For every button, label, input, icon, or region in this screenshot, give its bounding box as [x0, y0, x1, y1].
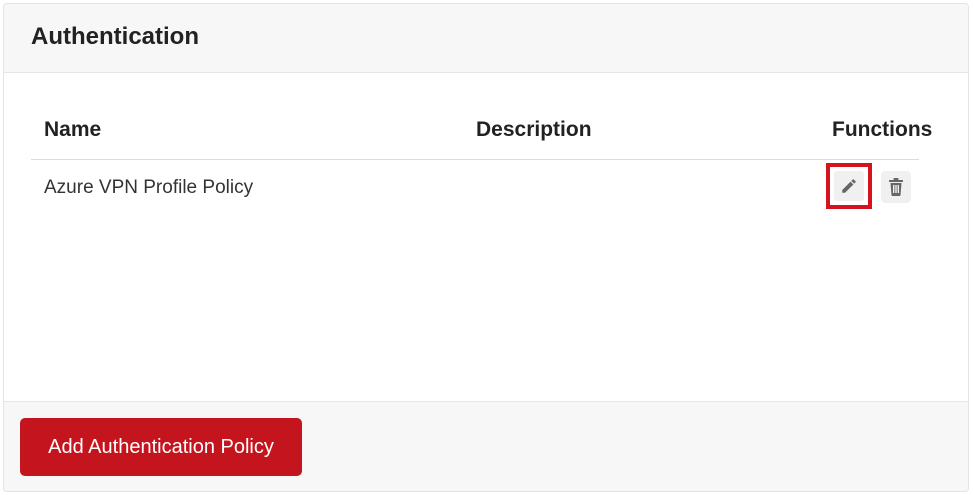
policy-table: Name Description Functions Azure VPN Pro… [31, 104, 932, 218]
column-header-name: Name [44, 118, 102, 141]
table-row: Azure VPN Profile Policy [31, 160, 919, 218]
column-header-functions: Functions [832, 118, 933, 141]
edit-button-inner[interactable] [834, 171, 864, 201]
panel-footer: Add Authentication Policy [4, 401, 968, 491]
panel-title: Authentication [31, 22, 199, 50]
trash-icon [889, 178, 903, 196]
edit-button[interactable] [826, 163, 872, 209]
pencil-icon [842, 179, 856, 193]
add-authentication-policy-button[interactable]: Add Authentication Policy [20, 418, 302, 476]
authentication-panel: Authentication Name Description Function… [3, 3, 969, 492]
delete-button[interactable] [881, 171, 911, 203]
policy-name: Azure VPN Profile Policy [44, 177, 254, 198]
table-header: Name Description Functions [31, 104, 932, 160]
panel-header: Authentication [4, 4, 968, 73]
column-header-description: Description [476, 118, 592, 141]
